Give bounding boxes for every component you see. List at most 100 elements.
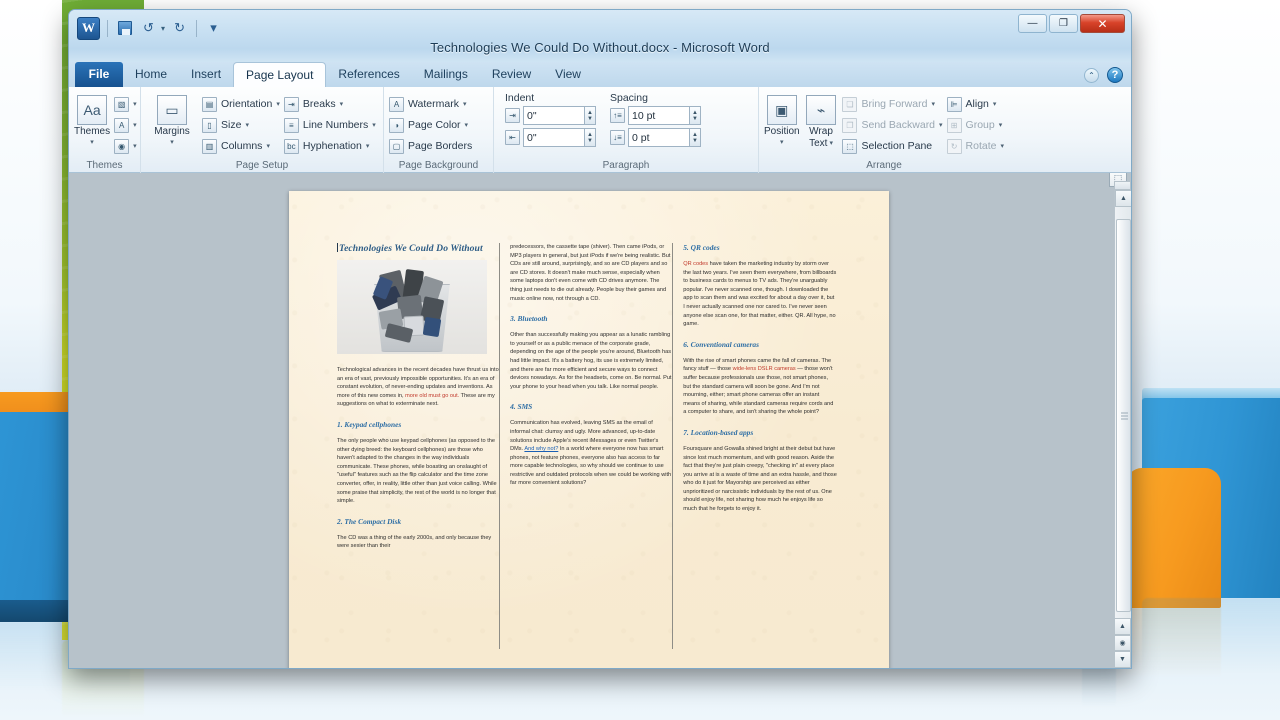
hyphenation-caret-icon[interactable]: ▾ xyxy=(366,142,370,150)
theme-fonts-button[interactable]: A ▾ xyxy=(114,116,137,134)
split-window-handle[interactable] xyxy=(1114,181,1131,190)
orientation-caret-icon[interactable]: ▾ xyxy=(276,100,280,108)
watermark-button[interactable]: A Watermark ▾ xyxy=(389,95,472,113)
breaks-caret-icon[interactable]: ▾ xyxy=(340,100,344,108)
tab-file[interactable]: File xyxy=(75,62,123,87)
tab-references[interactable]: References xyxy=(326,62,411,87)
position-caret-icon[interactable]: ▾ xyxy=(780,138,784,146)
document-column-3: 5. QR codes QR codes have taken the mark… xyxy=(683,243,847,649)
indent-right-stepper-down-icon[interactable]: ▼ xyxy=(587,138,593,144)
theme-effects-button[interactable]: ◉ ▾ xyxy=(114,137,137,155)
indent-left-stepper-down-icon[interactable]: ▼ xyxy=(587,116,593,122)
spacing-before-input[interactable]: 10 pt xyxy=(628,106,690,125)
tab-home[interactable]: Home xyxy=(123,62,179,87)
spacing-after-input[interactable]: 0 pt xyxy=(628,128,690,147)
spacing-after-stepper-down-icon[interactable]: ▼ xyxy=(692,138,698,144)
theme-colors-button[interactable]: ▧ ▾ xyxy=(114,95,137,113)
vertical-scrollbar[interactable]: ▲ ▲ ◉ ▼ xyxy=(1114,181,1131,668)
margins-icon: ▭ xyxy=(157,95,187,125)
minimize-button[interactable]: — xyxy=(1018,14,1047,33)
help-icon[interactable]: ? xyxy=(1107,67,1123,83)
page-color-button[interactable]: ◑ Page Color ▾ xyxy=(389,116,472,134)
rotate-button[interactable]: ↻ Rotate ▾ xyxy=(947,137,1004,155)
columns-button[interactable]: ▥ Columns ▾ xyxy=(202,137,280,155)
page-color-caret-icon[interactable]: ▾ xyxy=(465,121,469,129)
scrollbar-thumb[interactable] xyxy=(1116,219,1131,612)
line-numbers-button[interactable]: ≡ Line Numbers ▾ xyxy=(284,116,376,134)
tab-insert[interactable]: Insert xyxy=(179,62,233,87)
bring-forward-button[interactable]: ❏ Bring Forward ▾ xyxy=(842,95,942,113)
hyphenation-button[interactable]: bc Hyphenation ▾ xyxy=(284,137,376,155)
watermark-caret-icon[interactable]: ▾ xyxy=(463,100,467,108)
wrap-text-button[interactable]: ⌁ Wrap Text ▾ xyxy=(804,92,839,149)
word-logo-icon[interactable]: W xyxy=(77,17,100,40)
theme-colors-caret-icon[interactable]: ▾ xyxy=(133,100,137,108)
spacing-before-icon: ↑≡ xyxy=(610,108,625,123)
tab-review[interactable]: Review xyxy=(480,62,543,87)
document-canvas[interactable]: ⬚ Technologies We Could Do Without xyxy=(69,173,1131,668)
group-label-paragraph: Paragraph xyxy=(499,159,753,173)
tab-mailings[interactable]: Mailings xyxy=(412,62,480,87)
indent-right-stepper[interactable]: ▲ ▼ xyxy=(585,128,596,147)
next-page-button[interactable]: ▼ xyxy=(1114,651,1131,668)
close-button[interactable]: ✕ xyxy=(1080,14,1125,33)
orientation-button[interactable]: ▤ Orientation ▾ xyxy=(202,95,280,113)
margins-button[interactable]: ▭ Margins ▾ xyxy=(146,92,198,146)
columns-caret-icon[interactable]: ▾ xyxy=(266,142,270,150)
selection-pane-button[interactable]: ⬚ Selection Pane xyxy=(842,137,942,155)
document-hyperlink-and-why-not[interactable]: And why not? xyxy=(524,446,558,452)
bring-forward-caret-icon[interactable]: ▾ xyxy=(931,100,935,108)
previous-page-button[interactable]: ▲ xyxy=(1114,618,1131,635)
bring-forward-icon: ❏ xyxy=(842,97,857,112)
indent-right-input[interactable]: 0" xyxy=(523,128,585,147)
group-button[interactable]: ⊞ Group ▾ xyxy=(947,116,1004,134)
document-image-trash-electronics[interactable] xyxy=(337,260,487,354)
margins-caret-icon[interactable]: ▾ xyxy=(170,138,174,146)
themes-button[interactable]: Aa Themes ▾ xyxy=(74,92,110,146)
maximize-button[interactable]: ❐ xyxy=(1049,14,1078,33)
arrange-col-b: ⊫ Align ▾ ⊞ Group ▾ ↻ Rotate ▾ xyxy=(947,92,1004,155)
scroll-up-button[interactable]: ▲ xyxy=(1115,190,1131,207)
send-backward-button[interactable]: ❐ Send Backward ▾ xyxy=(842,116,942,134)
save-icon[interactable] xyxy=(115,19,134,38)
theme-fonts-caret-icon[interactable]: ▾ xyxy=(133,121,137,129)
size-caret-icon[interactable]: ▾ xyxy=(245,121,249,129)
browse-object-button[interactable]: ◉ xyxy=(1114,635,1131,652)
collapse-ribbon-icon[interactable]: ⌃ xyxy=(1084,68,1099,83)
spacing-before-stepper[interactable]: ▲ ▼ xyxy=(690,106,701,125)
align-button[interactable]: ⊫ Align ▾ xyxy=(947,95,1004,113)
tab-page-layout[interactable]: Page Layout xyxy=(233,62,326,87)
size-button[interactable]: ▯ Size ▾ xyxy=(202,116,280,134)
document-heading-4: 4. SMS xyxy=(510,402,672,411)
send-backward-caret-icon[interactable]: ▾ xyxy=(939,121,943,129)
tab-view[interactable]: View xyxy=(543,62,593,87)
align-caret-icon[interactable]: ▾ xyxy=(993,100,997,108)
wallpaper-orange-block-right xyxy=(1126,468,1221,608)
browse-object-controls: ▲ ◉ ▼ xyxy=(1114,618,1131,668)
group-caret-icon[interactable]: ▾ xyxy=(999,121,1003,129)
wrap-text-caret-icon[interactable]: ▾ xyxy=(829,138,833,149)
rotate-caret-icon[interactable]: ▾ xyxy=(1000,142,1004,150)
spacing-after-stepper[interactable]: ▲ ▼ xyxy=(690,128,701,147)
indent-left-stepper[interactable]: ▲ ▼ xyxy=(585,106,596,125)
page-borders-button[interactable]: ▢ Page Borders xyxy=(389,137,472,155)
redo-icon[interactable]: ↻ xyxy=(170,19,189,38)
customize-qat-icon[interactable]: ▾ xyxy=(204,19,223,38)
ribbon-group-themes: Aa Themes ▾ ▧ ▾ A ▾ ◉ ▾ xyxy=(69,87,141,173)
indent-left-input[interactable]: 0" xyxy=(523,106,585,125)
indent-section: Indent ⇥ 0" ▲ ▼ xyxy=(505,92,596,147)
document-page[interactable]: Technologies We Could Do Without xyxy=(289,191,889,668)
line-numbers-caret-icon[interactable]: ▾ xyxy=(372,121,376,129)
undo-icon[interactable]: ↺ xyxy=(139,19,158,38)
document-paragraph-1: The only people who use keypad cellphone… xyxy=(337,437,499,506)
position-button[interactable]: ▣ Position ▾ xyxy=(764,92,800,146)
ribbon-group-page-setup: ▭ Margins ▾ ▤ Orientation ▾ ▯ Size ▾ xyxy=(141,87,384,173)
spacing-before-stepper-down-icon[interactable]: ▼ xyxy=(692,116,698,122)
columns-label: Columns xyxy=(221,140,262,152)
theme-effects-icon: ◉ xyxy=(114,139,129,154)
undo-dropdown-caret[interactable]: ▾ xyxy=(161,24,165,33)
themes-caret-icon[interactable]: ▾ xyxy=(90,138,94,146)
theme-option-buttons: ▧ ▾ A ▾ ◉ ▾ xyxy=(114,92,137,155)
theme-effects-caret-icon[interactable]: ▾ xyxy=(133,142,137,150)
breaks-button[interactable]: ⇥ Breaks ▾ xyxy=(284,95,376,113)
